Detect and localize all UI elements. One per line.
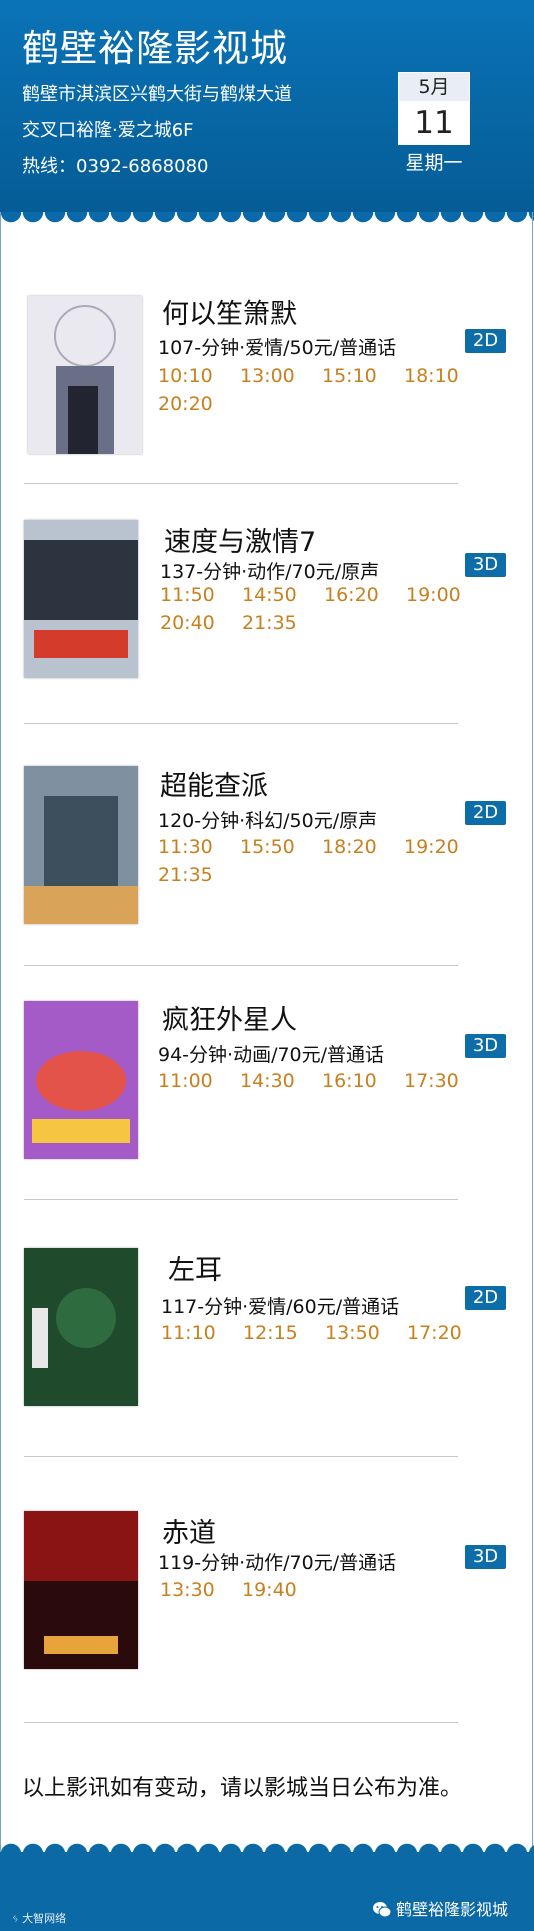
showtime[interactable]: 17:20 [407,1322,489,1344]
divider [24,1722,458,1723]
showtime[interactable]: 11:50 [160,584,242,606]
format-badge: 2D [465,1286,506,1310]
showtimes: 11:10 12:15 13:50 17:20 [161,1322,491,1344]
showtimes: 11:00 14:30 16:10 17:30 [158,1070,488,1092]
movie-info: 107-分钟·爱情/50元/普通话 [158,337,397,359]
showtime[interactable]: 16:20 [324,584,406,606]
movie-title: 超能查派 [160,771,268,802]
watermark-icon: ᛃ [12,1912,19,1925]
format-badge: 3D [465,1034,506,1058]
frame-border-left [0,212,1,1852]
movie-info: 94-分钟·动画/70元/普通话 [158,1044,385,1066]
showtime[interactable]: 11:30 [158,836,240,858]
showtime[interactable]: 16:10 [322,1070,404,1092]
showtime[interactable]: 15:50 [240,836,322,858]
cinema-title: 鹤壁裕隆影视城 [22,27,288,70]
showtime[interactable]: 13:30 [160,1579,242,1601]
showtime[interactable]: 13:50 [325,1322,407,1344]
format-badge: 3D [465,1545,506,1569]
showtime[interactable]: 20:40 [160,612,242,634]
frame-border-right [532,212,533,1852]
showtime[interactable]: 15:10 [322,365,404,387]
movie-info: 120-分钟·科幻/50元/原声 [158,810,378,832]
showtime[interactable]: 19:20 [404,836,486,858]
showtimes: 13:30 19:40 [160,1579,490,1601]
movie-info: 137-分钟·动作/70元/原声 [160,561,380,583]
date-day: 11 [398,102,470,145]
showtime[interactable]: 19:00 [406,584,488,606]
movie-poster [24,1001,138,1159]
movie-info: 117-分钟·爱情/60元/普通话 [161,1296,400,1318]
showtime[interactable]: 21:35 [242,612,324,634]
divider [24,965,458,966]
movie-title: 疯狂外星人 [162,1005,297,1036]
showtimes: 11:50 14:50 16:20 19:00 20:40 21:35 [160,584,490,634]
scallop-edge-top [0,212,534,226]
movie-title: 何以笙箫默 [162,299,297,330]
format-badge: 2D [465,801,506,825]
weekday: 星期一 [405,152,463,174]
date-month: 5月 [398,72,470,102]
divider [24,1456,458,1457]
movie-poster [24,1511,138,1669]
address-line-1: 鹤壁市淇滨区兴鹤大街与鹤煤大道 [22,84,292,105]
movie-info: 119-分钟·动作/70元/普通话 [158,1552,397,1574]
watermark: ᛃ 大智网络 [12,1910,66,1926]
calendar-date: 5月 11 [398,72,470,145]
showtimes: 10:10 13:00 15:10 18:10 20:20 [158,365,488,415]
wechat-icon [372,1901,392,1923]
address-line-2: 交叉口裕隆·爱之城6F [22,120,194,141]
showtime[interactable]: 21:35 [158,864,240,886]
movie-title: 左耳 [168,1255,222,1286]
divider [24,723,458,724]
showtime[interactable]: 12:15 [243,1322,325,1344]
showtime[interactable]: 18:10 [404,365,486,387]
showtime[interactable]: 11:10 [161,1322,243,1344]
showtime[interactable]: 14:30 [240,1070,322,1092]
movie-poster [24,1248,138,1406]
movie-poster [24,766,138,924]
movie-title: 速度与激情7 [164,527,317,558]
header-banner: 鹤壁裕隆影视城 鹤壁市淇滨区兴鹤大街与鹤煤大道 交叉口裕隆·爱之城6F 热线：0… [0,0,534,212]
showtime[interactable]: 14:50 [242,584,324,606]
movie-title: 赤道 [162,1518,216,1549]
format-badge: 3D [465,553,506,577]
watermark-text: 大智网络 [22,1912,67,1925]
hotline: 热线：0392-6868080 [22,156,209,177]
wechat-name: 鹤壁裕隆影视城 [396,1900,509,1919]
format-badge: 2D [465,329,506,353]
showtime[interactable]: 20:20 [158,393,240,415]
showtime[interactable]: 17:30 [404,1070,486,1092]
showtime[interactable]: 10:10 [158,365,240,387]
showtime[interactable]: 19:40 [242,1579,324,1601]
showtime[interactable]: 11:00 [158,1070,240,1092]
schedule-notice: 以上影讯如有变动，请以影城当日公布为准。 [22,1776,463,1801]
movie-poster [24,520,138,678]
showtime[interactable]: 13:00 [240,365,322,387]
wechat-account[interactable]: 鹤壁裕隆影视城 [372,1896,508,1923]
showtimes: 11:30 15:50 18:20 19:20 21:35 [158,836,488,886]
showtime[interactable]: 18:20 [322,836,404,858]
divider [24,483,458,484]
divider [24,1199,458,1200]
movie-poster [28,296,142,454]
